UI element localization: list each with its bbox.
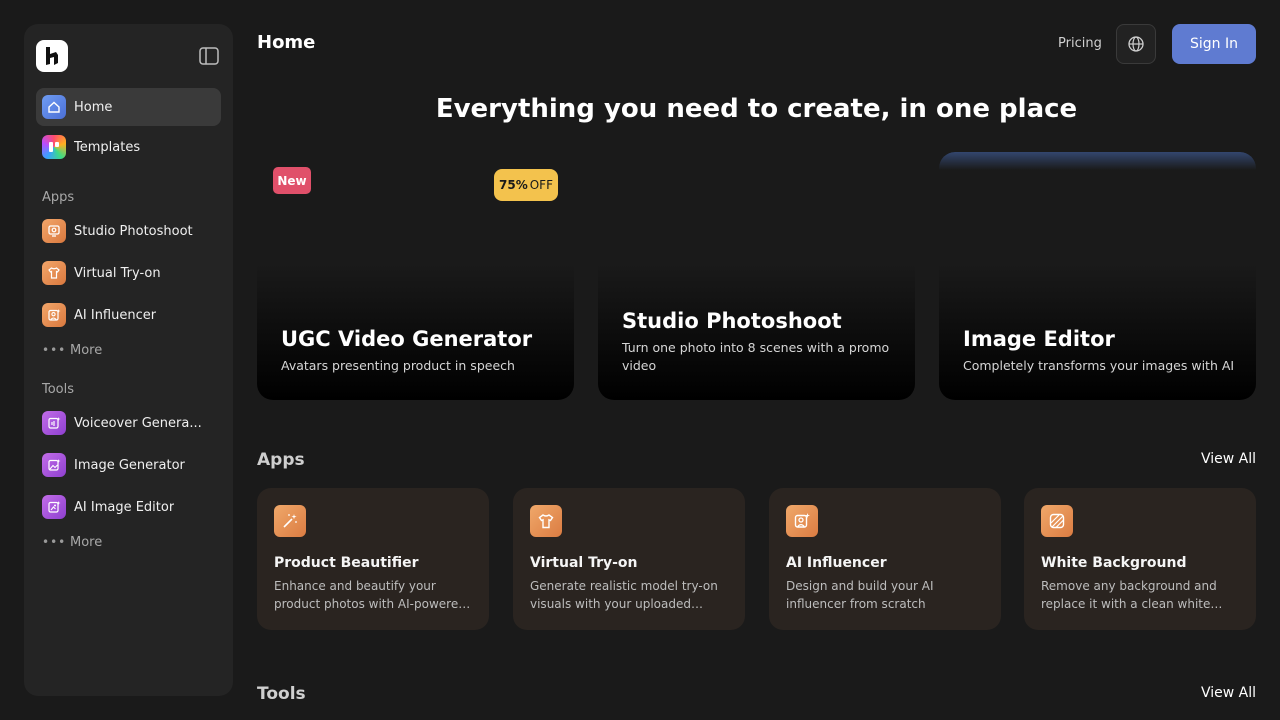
- image-editor-icon: [42, 495, 66, 519]
- app-card-title: Virtual Try-on: [530, 555, 638, 571]
- image-generator-icon: [42, 453, 66, 477]
- sidebar-item-ai-influencer[interactable]: AI Influencer: [36, 296, 221, 334]
- shirt-icon: [42, 261, 66, 285]
- hero-card-title: Studio Photoshoot: [622, 309, 842, 333]
- sidebar-item-ai-image-editor[interactable]: AI Image Editor: [36, 488, 221, 526]
- sidebar-item-label: Voiceover Genera...: [74, 415, 202, 431]
- app-card-white-background[interactable]: White Background Remove any background a…: [1024, 488, 1256, 630]
- app-card-title: White Background: [1041, 555, 1187, 571]
- sidebar-more-label: More: [70, 342, 103, 358]
- sidebar-item-home[interactable]: Home: [36, 88, 221, 126]
- app-card-description: Remove any background and replace it wit…: [1041, 579, 1217, 611]
- sidebar-item-label: AI Influencer: [74, 307, 157, 323]
- sidebar-section-apps: Apps: [42, 190, 75, 205]
- app-card-description: Design and build your AI influencer from…: [786, 579, 934, 611]
- page-title: Home: [257, 32, 316, 53]
- app-card-description: Generate realistic model try-on visuals …: [530, 579, 718, 611]
- language-button[interactable]: [1116, 24, 1156, 64]
- sidebar-item-virtual-try-on[interactable]: Virtual Try-on: [36, 254, 221, 292]
- sign-in-button[interactable]: Sign In: [1172, 24, 1256, 64]
- influencer-icon: [786, 505, 818, 537]
- app-card-product-beautifier[interactable]: Product Beautifier Enhance and beautify …: [257, 488, 489, 630]
- hero-card-title: Image Editor: [963, 327, 1115, 351]
- tools-view-all-link[interactable]: View All: [1201, 685, 1256, 701]
- shirt-icon: [530, 505, 562, 537]
- app-card-ai-influencer[interactable]: AI Influencer Design and build your AI i…: [769, 488, 1001, 630]
- sidebar-item-templates[interactable]: Templates: [36, 128, 221, 166]
- sidebar-item-label: Templates: [74, 139, 141, 155]
- hero-card-description: Avatars presenting product in speech: [281, 358, 515, 373]
- sidebar-more-label: More: [70, 534, 103, 550]
- brand-logo[interactable]: [36, 40, 68, 72]
- app-root: Home Templates Apps Studio Photoshoot Vi…: [0, 0, 1280, 720]
- apps-section-heading: Apps: [257, 450, 305, 470]
- influencer-icon: [42, 303, 66, 327]
- sidebar-item-studio-photoshoot[interactable]: Studio Photoshoot: [36, 212, 221, 250]
- sidebar-item-image-generator[interactable]: Image Generator: [36, 446, 221, 484]
- discount-label: OFF: [529, 178, 553, 192]
- hatch-icon: [1041, 505, 1073, 537]
- app-card-virtual-try-on[interactable]: Virtual Try-on Generate realistic model …: [513, 488, 745, 630]
- sidebar-apps-more[interactable]: ••• More: [42, 340, 102, 360]
- app-card-title: AI Influencer: [786, 555, 887, 571]
- globe-icon: [1128, 36, 1144, 52]
- tools-section-heading: Tools: [257, 684, 306, 704]
- hero-card-image-editor[interactable]: Image Editor Completely transforms your …: [939, 152, 1256, 400]
- templates-icon: [42, 135, 66, 159]
- new-badge: New: [273, 167, 311, 194]
- pricing-link[interactable]: Pricing: [1058, 36, 1102, 51]
- voiceover-icon: [42, 411, 66, 435]
- sidebar-section-tools: Tools: [42, 382, 75, 397]
- more-dots-icon: •••: [42, 343, 67, 357]
- sidebar-item-label: Image Generator: [74, 457, 185, 473]
- sidebar-toggle-icon[interactable]: [198, 46, 220, 66]
- sidebar-item-voiceover-generator[interactable]: Voiceover Genera...: [36, 404, 221, 442]
- hero-card-description: Turn one photo into 8 scenes with a prom…: [622, 340, 890, 373]
- hero-card-description: Completely transforms your images with A…: [963, 358, 1235, 373]
- app-card-description: Enhance and beautify your product photos…: [274, 579, 466, 611]
- more-dots-icon: •••: [42, 535, 67, 549]
- sidebar-item-label: Home: [74, 99, 113, 115]
- hero-card-studio-photoshoot[interactable]: Studio Photoshoot Turn one photo into 8 …: [598, 152, 915, 400]
- discount-badge: 75% OFF: [494, 169, 558, 201]
- sidebar-item-label: Virtual Try-on: [74, 265, 161, 281]
- hero-card-title: UGC Video Generator: [281, 327, 533, 351]
- sidebar-item-label: AI Image Editor: [74, 499, 175, 515]
- apps-view-all-link[interactable]: View All: [1201, 451, 1256, 467]
- discount-percent: 75%: [499, 178, 528, 192]
- sidebar: Home Templates Apps Studio Photoshoot Vi…: [24, 24, 233, 696]
- magic-wand-icon: [274, 505, 306, 537]
- app-card-title: Product Beautifier: [274, 555, 419, 571]
- sidebar-item-label: Studio Photoshoot: [74, 223, 193, 239]
- home-icon: [42, 95, 66, 119]
- photoshoot-icon: [42, 219, 66, 243]
- hero-heading: Everything you need to create, in one pl…: [435, 94, 1078, 124]
- sidebar-tools-more[interactable]: ••• More: [42, 532, 102, 552]
